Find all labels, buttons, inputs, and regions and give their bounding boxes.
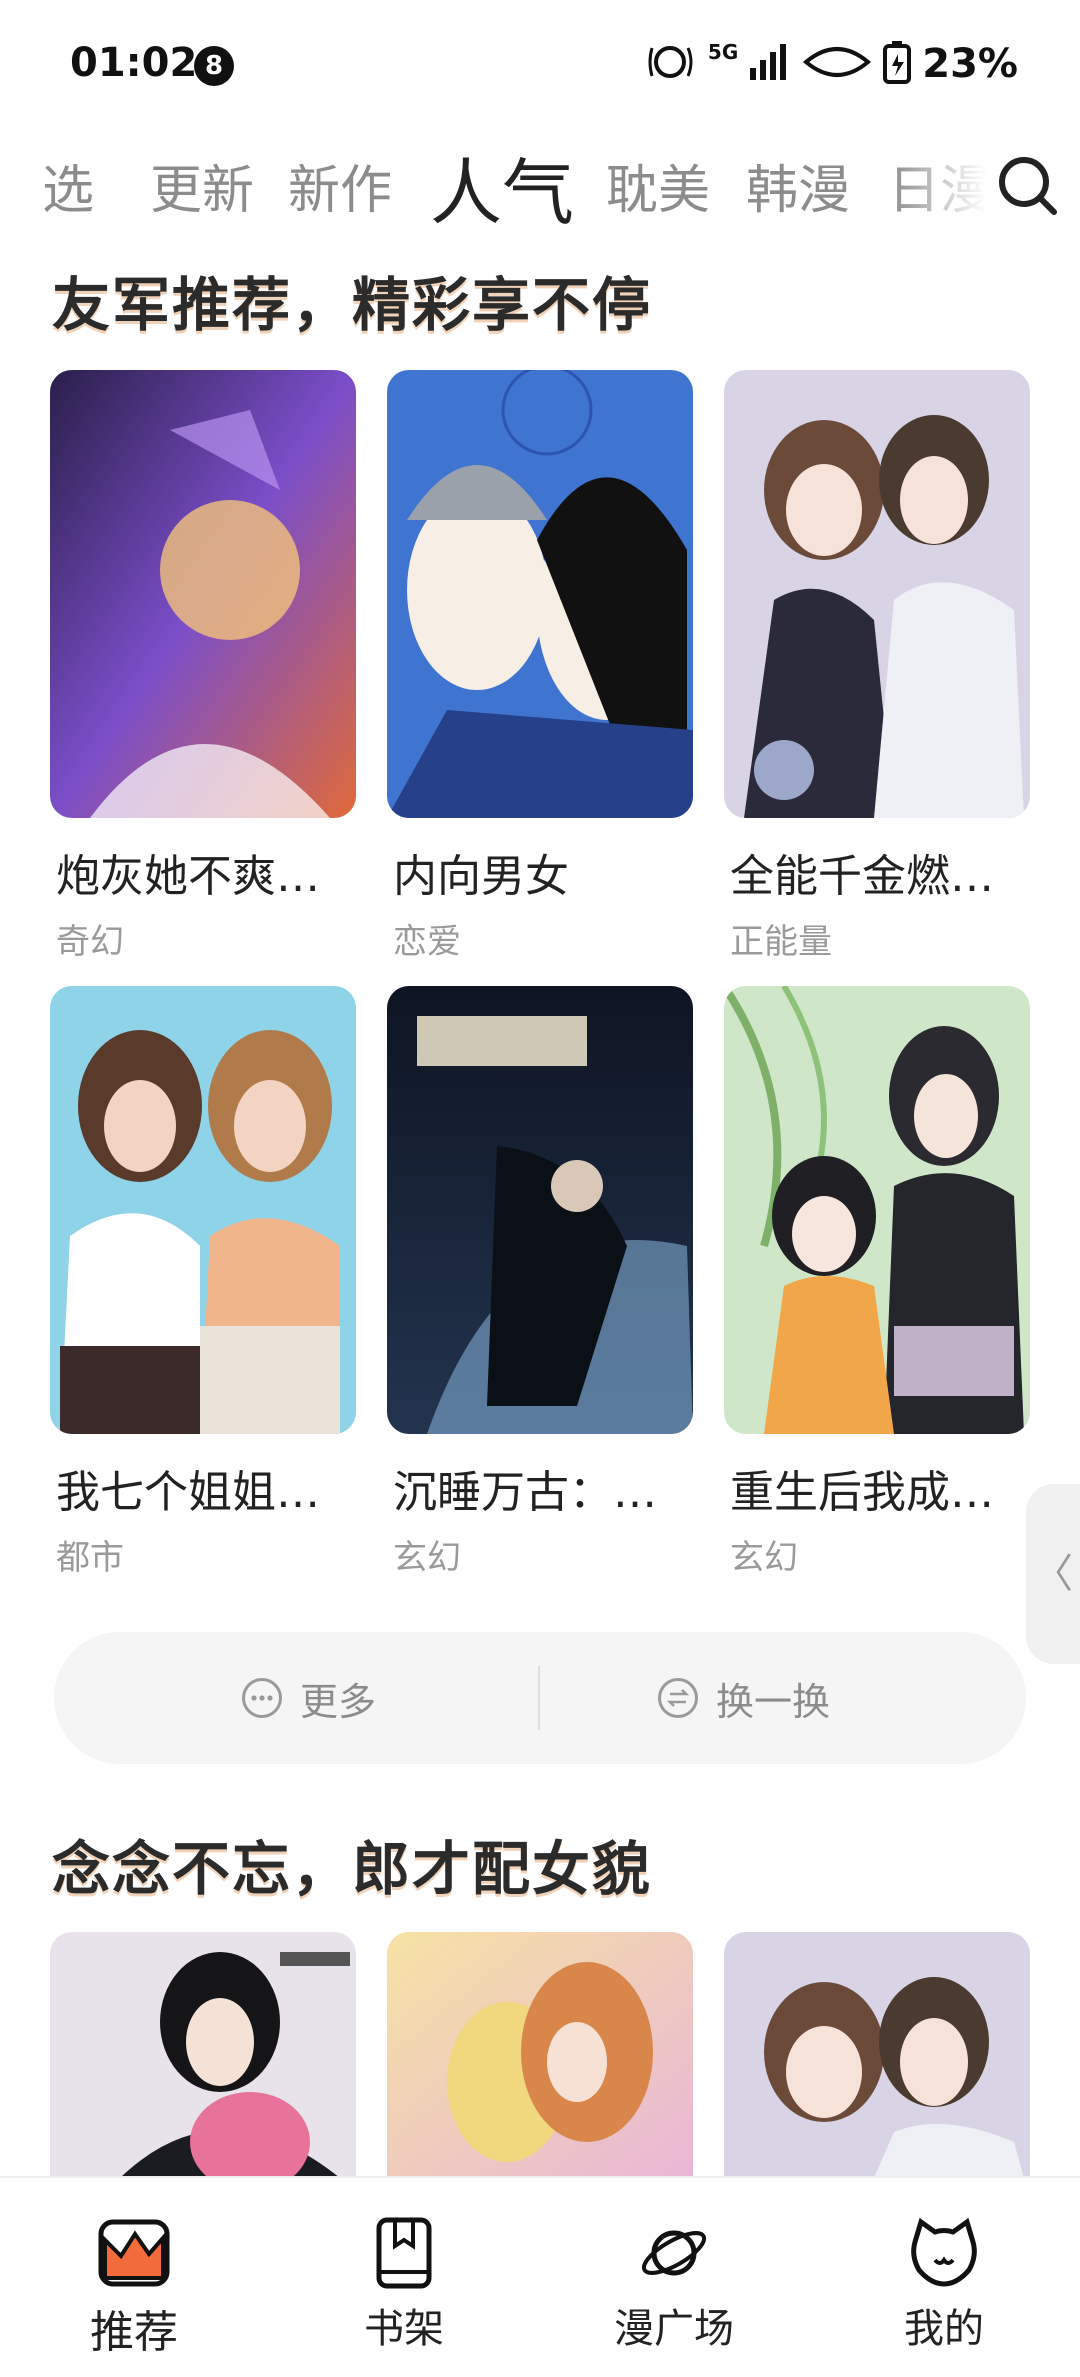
comic-card[interactable] — [387, 1932, 693, 2178]
bottom-navigation: 推荐 书架 漫广场 我的 — [0, 2176, 1080, 2377]
cat-face-icon — [907, 2216, 981, 2290]
more-label: 更多 — [300, 1679, 377, 1724]
status-bar: 01:02 8 5G 23% — [0, 0, 1080, 120]
nav-label: 漫广场 — [614, 2306, 734, 2352]
status-time: 01:02 — [70, 40, 198, 86]
comic-genre: 奇幻 — [56, 922, 124, 962]
nav-label: 我的 — [904, 2306, 984, 2352]
comic-genre: 都市 — [56, 1538, 124, 1578]
bookshelf-icon — [367, 2216, 441, 2290]
signal-icon — [748, 42, 792, 86]
comic-card[interactable]: 重生后我成… 玄幻 — [724, 986, 1030, 1579]
comic-title: 重生后我成… — [730, 1467, 994, 1518]
actions-divider — [538, 1666, 540, 1730]
comic-cover[interactable] — [387, 986, 693, 1434]
comic-card[interactable]: 炮灰她不爽… 奇幻 — [50, 370, 356, 963]
battery-icon — [882, 40, 912, 88]
section-title-recommend: 友军推荐，精彩享不停 — [52, 271, 653, 339]
nav-label: 推荐 — [90, 2307, 178, 2358]
notification-count-badge: 8 — [194, 46, 234, 86]
tab-popular[interactable]: 人气 — [430, 134, 574, 239]
swap-icon — [658, 1678, 698, 1718]
comic-genre: 正能量 — [730, 922, 832, 962]
side-drawer-handle[interactable]: 〈 — [1026, 1484, 1080, 1664]
nav-comic-plaza[interactable]: 漫广场 — [594, 2216, 754, 2354]
comic-cover[interactable] — [50, 370, 356, 818]
comic-title: 我七个姐姐… — [56, 1467, 320, 1518]
wifi-icon — [802, 42, 872, 86]
tab-new[interactable]: 新作 — [288, 148, 392, 223]
tab-scroll-fade — [890, 130, 1010, 240]
category-tabs: 选 更新 新作 人气 耽美 韩漫 日漫 — [0, 130, 1080, 240]
comic-title: 全能千金燃… — [730, 851, 994, 902]
comic-card[interactable]: 我七个姐姐… 都市 — [50, 986, 356, 1579]
comic-cover[interactable] — [50, 1932, 356, 2178]
comic-genre: 恋爱 — [393, 922, 461, 962]
comic-title: 炮灰她不爽… — [56, 851, 320, 902]
refresh-button[interactable]: 换一换 — [658, 1668, 830, 1728]
recommend-icon — [97, 2216, 171, 2290]
nav-profile[interactable]: 我的 — [864, 2216, 1024, 2354]
comic-card[interactable] — [50, 1932, 356, 2178]
comic-card[interactable]: 内向男女 恋爱 — [387, 370, 693, 963]
nav-bookshelf[interactable]: 书架 — [324, 2216, 484, 2354]
comic-genre: 玄幻 — [393, 1538, 461, 1578]
nav-recommend[interactable]: 推荐 — [54, 2216, 214, 2360]
section-title-romance: 念念不忘，郎才配女貌 — [52, 1835, 653, 1903]
tab-featured[interactable]: 选 — [42, 148, 94, 223]
comic-title: 内向男女 — [393, 851, 569, 902]
comic-card[interactable] — [724, 1932, 1030, 2178]
system-icons: 5G 23% — [646, 36, 1018, 92]
more-dots-icon — [242, 1678, 282, 1718]
more-button[interactable]: 更多 — [242, 1668, 376, 1728]
tab-korean[interactable]: 韩漫 — [746, 148, 850, 223]
comic-cover[interactable] — [724, 986, 1030, 1434]
comic-cover[interactable] — [387, 1932, 693, 2178]
refresh-label: 换一换 — [716, 1679, 831, 1724]
planet-icon — [637, 2216, 711, 2290]
comic-cover[interactable] — [50, 986, 356, 1434]
battery-level: 23% — [922, 41, 1018, 87]
section-actions: 更多 换一换 — [54, 1632, 1026, 1764]
network-type: 5G — [707, 40, 739, 64]
comic-genre: 玄幻 — [730, 1538, 798, 1578]
nav-label: 书架 — [364, 2306, 444, 2352]
comic-card[interactable]: 沉睡万古：… 玄幻 — [387, 986, 693, 1579]
search-icon — [999, 157, 1057, 215]
comic-cover[interactable] — [387, 370, 693, 818]
comic-title: 沉睡万古：… — [393, 1467, 657, 1518]
search-button[interactable] — [994, 152, 1060, 218]
tab-bl[interactable]: 耽美 — [606, 148, 710, 223]
nfc-icon — [646, 40, 698, 88]
comic-cover[interactable] — [724, 370, 1030, 818]
comic-cover[interactable] — [724, 1932, 1030, 2178]
comic-card[interactable]: 全能千金燃… 正能量 — [724, 370, 1030, 963]
tab-updates[interactable]: 更新 — [150, 148, 254, 223]
